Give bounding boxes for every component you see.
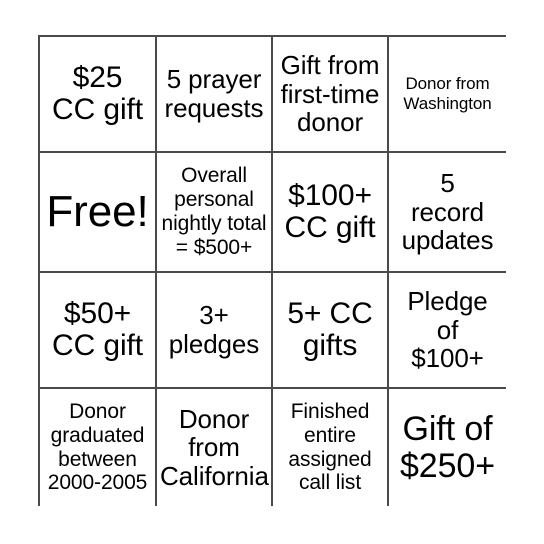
bingo-cell-5-cc-gifts[interactable]: 5+ CC gifts bbox=[273, 273, 389, 389]
bingo-cell-donor-from-california[interactable]: Donor from California bbox=[157, 389, 273, 506]
bingo-cell-label: 3+ pledges bbox=[168, 300, 260, 359]
bingo-cell-5-prayer-requests[interactable]: 5 prayer requests bbox=[157, 37, 273, 153]
bingo-cell-donor-from-washington[interactable]: Donor from Washington bbox=[389, 37, 506, 153]
bingo-cell-gift-of-250[interactable]: Gift of $250+ bbox=[389, 389, 506, 506]
bingo-cell-5-record-updates[interactable]: 5 record updates bbox=[389, 153, 506, 273]
bingo-cell-label: Gift from first-time donor bbox=[280, 50, 380, 138]
bingo-cell-label: 5 record updates bbox=[401, 168, 494, 256]
bingo-cell-label: 5 prayer requests bbox=[164, 64, 264, 123]
bingo-cell-label: Gift of $250+ bbox=[400, 410, 495, 485]
bingo-cell-3-pledges[interactable]: 3+ pledges bbox=[157, 273, 273, 389]
bingo-cell-free[interactable]: Free! bbox=[40, 153, 157, 273]
bingo-cell-label: $100+ CC gift bbox=[284, 178, 376, 244]
bingo-cell-label: 5+ CC gifts bbox=[287, 296, 373, 362]
bingo-cell-pledge-of-100[interactable]: Pledge of $100+ bbox=[389, 273, 506, 389]
bingo-cell-donor-graduated-2000-2005[interactable]: Donor graduated between 2000-2005 bbox=[40, 389, 157, 506]
bingo-cell-label: Donor graduated between 2000-2005 bbox=[47, 399, 148, 495]
bingo-cell-label: $25 CC gift bbox=[52, 60, 143, 126]
bingo-cell-label: Overall personal nightly total = $500+ bbox=[161, 164, 267, 259]
bingo-cell-label: Pledge of $100+ bbox=[407, 286, 488, 374]
bingo-cell-overall-personal-nightly-total[interactable]: Overall personal nightly total = $500+ bbox=[157, 153, 273, 273]
bingo-cell-25-cc-gift[interactable]: $25 CC gift bbox=[40, 37, 157, 153]
bingo-cell-label: Donor from Washington bbox=[403, 73, 492, 113]
bingo-cell-finished-entire-assigned-call-list[interactable]: Finished entire assigned call list bbox=[273, 389, 389, 506]
bingo-cell-label: Free! bbox=[46, 186, 149, 236]
bingo-cell-label: Donor from California bbox=[160, 403, 269, 491]
bingo-card-grid: $25 CC gift 5 prayer requests Gift from fi… bbox=[38, 35, 506, 506]
bingo-cell-label: Finished entire assigned call list bbox=[288, 399, 372, 495]
bingo-cell-50-cc-gift[interactable]: $50+ CC gift bbox=[40, 273, 157, 389]
bingo-cell-label: $50+ CC gift bbox=[52, 296, 143, 362]
bingo-cell-100-cc-gift[interactable]: $100+ CC gift bbox=[273, 153, 389, 273]
bingo-cell-gift-from-first-time-donor[interactable]: Gift from first-time donor bbox=[273, 37, 389, 153]
